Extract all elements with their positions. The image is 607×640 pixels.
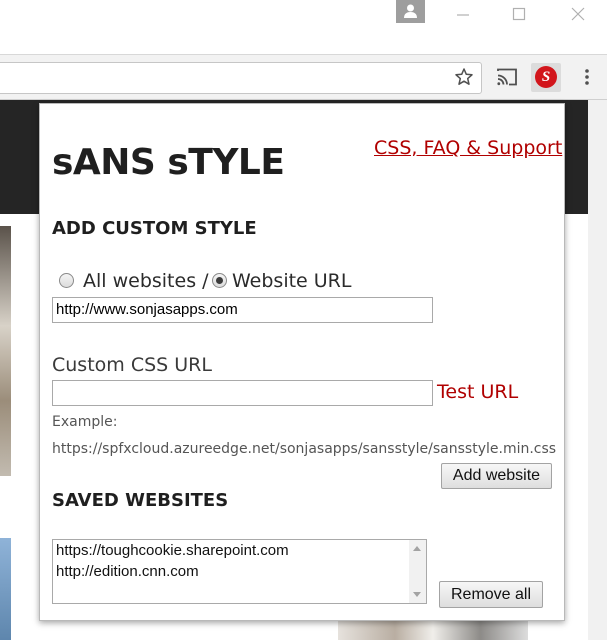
custom-css-url-input[interactable] <box>52 380 433 406</box>
window-titlebar <box>0 0 607 54</box>
maximize-icon <box>512 7 526 21</box>
address-bar[interactable] <box>0 62 482 94</box>
custom-css-url-label: Custom CSS URL <box>52 354 212 376</box>
website-url-label[interactable]: Website URL <box>232 270 351 292</box>
add-website-button[interactable]: Add website <box>441 463 552 489</box>
add-custom-style-heading: ADD CUSTOM STYLE <box>52 218 257 239</box>
minimize-icon <box>457 14 469 16</box>
close-icon <box>571 7 585 21</box>
page-photo-left <box>0 226 11 476</box>
remove-all-button[interactable]: Remove all <box>439 581 543 608</box>
all-websites-radio[interactable] <box>59 273 74 288</box>
page-photo-left-lower <box>0 538 11 640</box>
sans-style-extension-button[interactable]: S <box>531 63 561 92</box>
kebab-menu-icon[interactable] <box>577 67 597 87</box>
all-websites-label[interactable]: All websites / <box>83 270 209 292</box>
close-window-button[interactable] <box>567 4 589 26</box>
sans-style-popup: sANS sTYLE CSS, FAQ & Support ADD CUSTOM… <box>39 103 565 621</box>
sans-style-extension-icon: S <box>535 66 557 88</box>
cast-icon[interactable] <box>495 66 519 88</box>
website-url-radio[interactable] <box>212 273 227 288</box>
scroll-up-arrow-icon[interactable] <box>413 546 421 551</box>
website-url-input[interactable]: http://www.sonjasapps.com <box>52 297 433 323</box>
profile-button[interactable] <box>396 0 425 23</box>
saved-list-scrollbar[interactable] <box>409 540 426 603</box>
bookmark-star-icon[interactable] <box>454 67 474 87</box>
page-thumbnail <box>338 621 528 640</box>
saved-website-item[interactable]: http://edition.cnn.com <box>56 563 199 580</box>
test-url-link[interactable]: Test URL <box>437 381 518 403</box>
page-scrollbar[interactable] <box>588 100 607 640</box>
scroll-down-arrow-icon[interactable] <box>413 592 421 597</box>
saved-websites-list[interactable]: https://toughcookie.sharepoint.com http:… <box>52 539 427 604</box>
minimize-button[interactable] <box>452 4 474 26</box>
maximize-button[interactable] <box>508 4 530 26</box>
support-link[interactable]: CSS, FAQ & Support <box>374 137 562 159</box>
popup-title: sANS sTYLE <box>52 142 285 183</box>
saved-website-item[interactable]: https://toughcookie.sharepoint.com <box>56 542 289 559</box>
saved-websites-heading: SAVED WEBSITES <box>52 490 229 511</box>
example-label: Example: <box>52 414 118 430</box>
profile-icon <box>404 4 417 18</box>
example-css-url: https://spfxcloud.azureedge.net/sonjasap… <box>52 441 557 457</box>
